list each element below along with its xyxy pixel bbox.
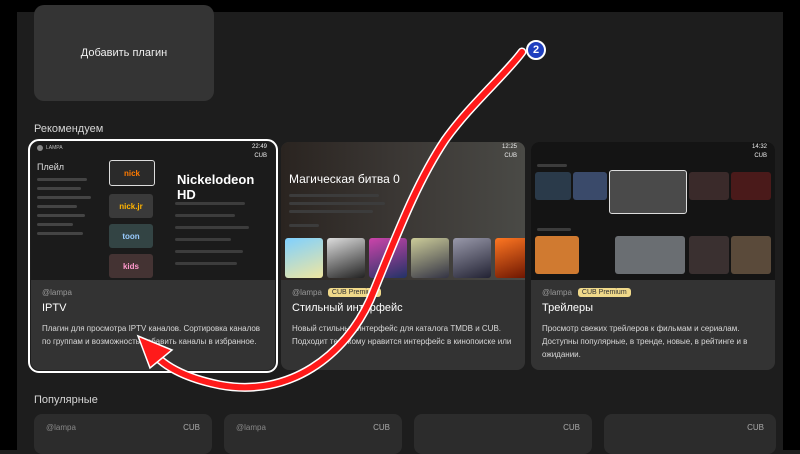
step-marker: 2 [526, 40, 546, 60]
annotation-arrow-icon [136, 47, 527, 392]
